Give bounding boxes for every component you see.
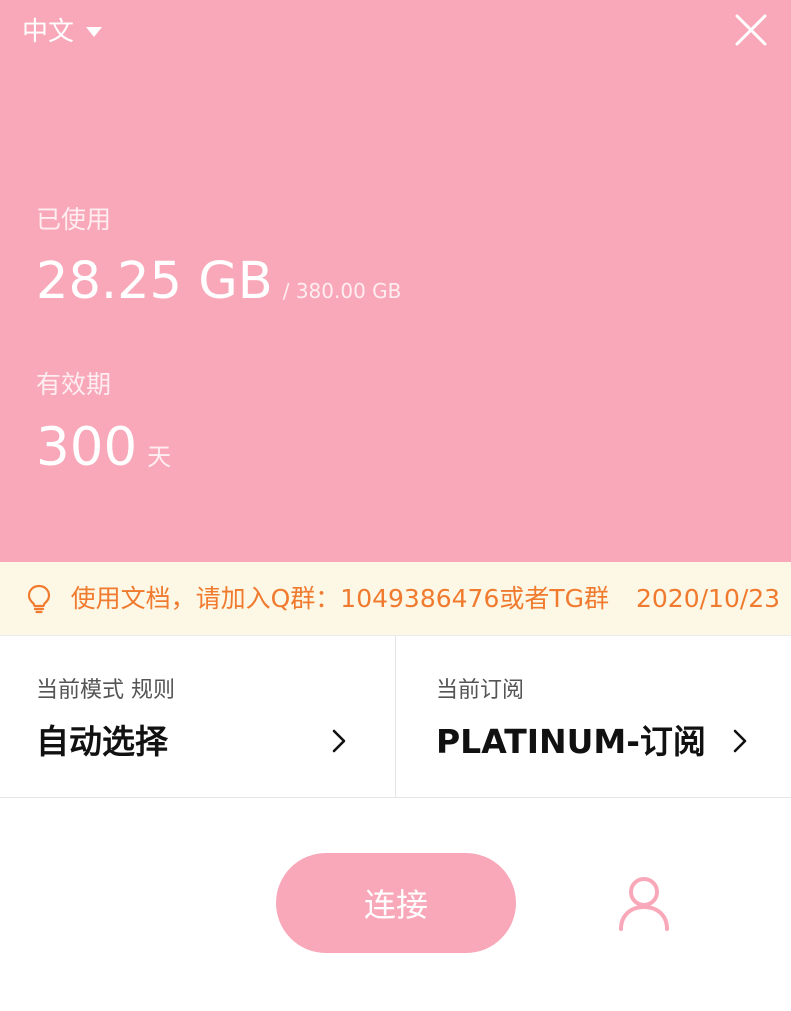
usage-header: 中文 已使用 28.25 GB / 380.00 GB 有效期 300 天 — [0, 0, 791, 562]
validity-days: 300 — [36, 417, 138, 478]
notice-text: 使用文档，请加入Q群：1049386476或者TG群 — [70, 584, 609, 613]
chevron-right-icon — [733, 729, 747, 753]
close-button[interactable] — [732, 11, 770, 49]
settings-panels: 当前模式 规则 自动选择 当前订阅 PLATINUM-订阅 — [0, 636, 791, 798]
connect-button[interactable]: 连接 — [276, 853, 516, 953]
user-profile-button[interactable] — [614, 874, 674, 932]
used-traffic: 28.25 GB / 380.00 GB — [36, 250, 401, 314]
language-selector[interactable]: 中文 — [22, 14, 103, 50]
chevron-right-icon — [332, 729, 346, 753]
proxy-mode-selector[interactable]: 当前模式 规则 自动选择 — [0, 636, 396, 797]
subscription-caption: 当前订阅 — [436, 678, 525, 703]
notice-marquee: 使用文档，请加入Q群：1049386476或者TG群 — [60, 562, 609, 635]
subscription-selector[interactable]: 当前订阅 PLATINUM-订阅 — [396, 636, 791, 797]
lightbulb-icon — [27, 584, 51, 614]
validity-label: 有效期 — [36, 370, 112, 399]
proxy-mode-caption: 当前模式 规则 — [36, 678, 175, 703]
connect-label: 连接 — [363, 886, 428, 924]
subscription-value: PLATINUM-订阅 — [436, 722, 706, 761]
language-label: 中文 — [22, 17, 75, 47]
notice-bar[interactable]: 使用文档，请加入Q群：1049386476或者TG群 2020/10/23 — [0, 562, 791, 636]
notice-date: 2020/10/23 — [636, 584, 781, 613]
used-total: / 380.00 GB — [282, 279, 402, 303]
used-value: 28.25 GB — [36, 252, 273, 311]
user-icon — [619, 877, 669, 931]
proxy-mode-value: 自动选择 — [36, 722, 168, 761]
caret-down-icon — [86, 27, 103, 37]
validity-unit: 天 — [147, 443, 172, 471]
used-label: 已使用 — [36, 205, 112, 234]
close-icon — [735, 14, 767, 46]
validity-period: 300 天 — [36, 416, 171, 480]
app-window: 中文 已使用 28.25 GB / 380.00 GB 有效期 300 天 使用… — [0, 0, 791, 1011]
